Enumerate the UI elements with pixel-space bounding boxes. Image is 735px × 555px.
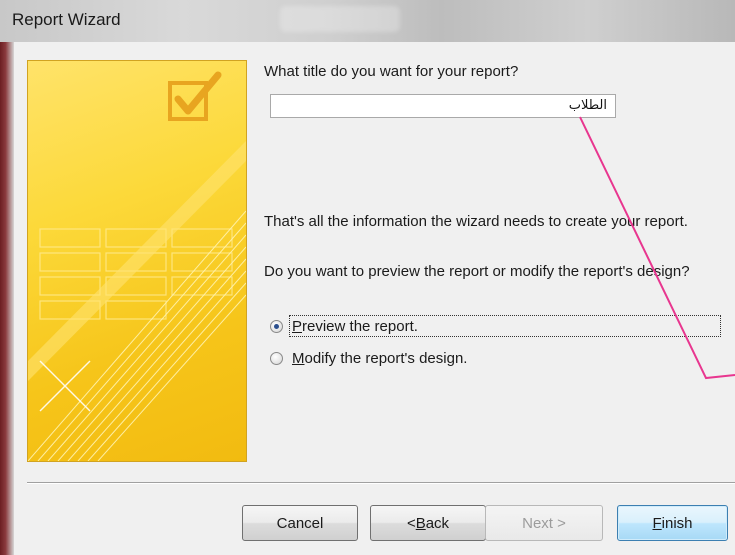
window-frame-left xyxy=(0,42,14,555)
report-title-question: What title do you want for your report? xyxy=(264,63,519,80)
button-separator xyxy=(27,482,735,484)
radio-preview-report[interactable]: Preview the report. xyxy=(270,314,722,338)
report-title-input[interactable]: الطلاب xyxy=(270,94,616,118)
radio-preview-label: Preview the report. xyxy=(292,317,418,335)
radio-button-checked-icon[interactable] xyxy=(270,319,283,333)
report-wizard-dialog: Report Wizard What title do you want for… xyxy=(0,0,735,555)
title-bar[interactable]: Report Wizard xyxy=(0,0,735,43)
radio-button-unchecked-icon[interactable] xyxy=(270,351,283,365)
title-bar-glass xyxy=(280,6,400,32)
radio-modify-design[interactable]: Modify the report's design. xyxy=(270,346,467,370)
wizard-info-text: That's all the information the wizard ne… xyxy=(264,213,688,230)
preview-question: Do you want to preview the report or mod… xyxy=(264,263,690,280)
checkmark-box-icon xyxy=(168,71,222,121)
cancel-button[interactable]: Cancel xyxy=(242,505,358,541)
back-button[interactable]: < Back xyxy=(370,505,486,541)
radio-modify-label: Modify the report's design. xyxy=(292,349,468,367)
window-title: Report Wizard xyxy=(12,10,121,29)
report-title-value: الطلاب xyxy=(568,98,607,113)
wizard-illustration xyxy=(27,60,247,462)
finish-button[interactable]: Finish xyxy=(617,505,728,541)
wizard-content: What title do you want for your report? … xyxy=(14,42,735,555)
next-button-disabled: Next > xyxy=(485,505,603,541)
